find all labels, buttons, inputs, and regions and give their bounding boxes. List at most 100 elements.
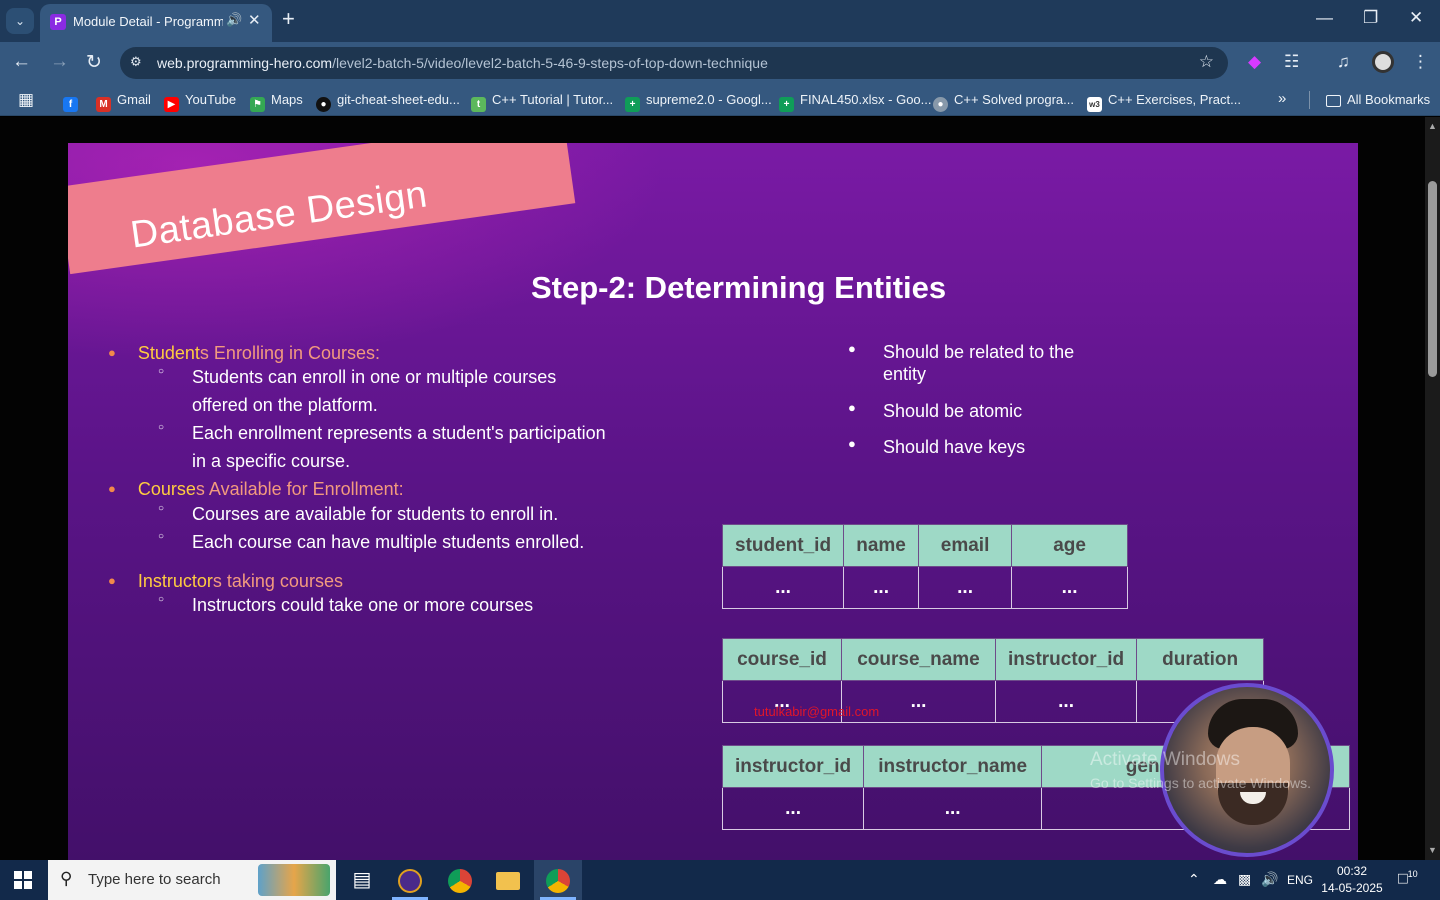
vertical-scrollbar[interactable]: ▲ ▼	[1425, 117, 1440, 860]
browser-toolbar: ← → ↻ ⚙ web.programming-hero.com/level2-…	[0, 42, 1440, 84]
globe-icon: ●	[933, 97, 948, 112]
file-explorer-icon[interactable]	[484, 860, 532, 900]
gmail-icon: M	[96, 97, 111, 112]
active-tab[interactable]: P Module Detail - Programming Hero 🔊 ✕	[40, 4, 272, 42]
task-view-icon[interactable]: ▤	[338, 860, 386, 900]
bookmark-cpp-exercises[interactable]: w3 C++ Exercises, Pract...	[1087, 92, 1241, 112]
restore-icon[interactable]: ❐	[1363, 8, 1378, 28]
forward-arrow-icon[interactable]: →	[50, 51, 69, 73]
network-icon[interactable]: ▩	[1238, 871, 1251, 888]
language-indicator[interactable]: ENG	[1287, 873, 1313, 887]
circle-bullet-icon: ○	[158, 503, 165, 514]
sub-item-text: Each enrollment represents a student's p…	[192, 423, 606, 471]
bookmark-label: git-cheat-sheet-edu...	[337, 92, 460, 107]
table-cell: ...	[721, 566, 845, 609]
taskbar-app-icon[interactable]	[386, 860, 434, 900]
volume-icon[interactable]: 🔊	[1261, 871, 1278, 888]
list-item-students: ● Students Enrolling in Courses:	[108, 343, 380, 364]
extension-logo-icon[interactable]: ◆	[1248, 52, 1261, 72]
taskbar-clock[interactable]: 00:32 14-05-2025	[1316, 863, 1388, 897]
reload-icon[interactable]: ↻	[86, 51, 102, 74]
page-viewport: Database Design Step-2: Determining Enti…	[0, 117, 1440, 860]
search-placeholder: Type here to search	[88, 871, 221, 888]
close-tab-icon[interactable]: ✕	[248, 11, 261, 29]
scroll-up-icon[interactable]: ▲	[1428, 121, 1437, 131]
rule-text: Should have keys	[883, 437, 1026, 457]
search-highlight-image	[258, 864, 330, 896]
windows-start-icon[interactable]	[14, 871, 33, 890]
circle-bullet-icon: ○	[158, 594, 165, 605]
sub-item: ○ Students can enroll in one or multiple …	[158, 363, 612, 419]
minimize-icon[interactable]: —	[1316, 8, 1333, 28]
bookmark-youtube[interactable]: ▶ YouTube	[164, 92, 236, 112]
table-header: course_name	[841, 638, 996, 681]
bullet-icon: ●	[848, 400, 856, 415]
notifications-icon[interactable]: □10	[1398, 869, 1418, 888]
speaker-icon[interactable]: 🔊	[226, 12, 242, 28]
bookmark-final450[interactable]: + FINAL450.xlsx - Goo...	[779, 92, 932, 112]
table-header: duration	[1136, 638, 1265, 681]
onedrive-icon[interactable]: ☁	[1213, 871, 1227, 888]
programming-hero-favicon-icon: P	[50, 14, 66, 30]
student-table: student_id name email age ... ... ... ..…	[721, 524, 1129, 609]
list-item-courses: ● Courses Available for Enrollment:	[108, 479, 404, 500]
item-rest: s Available for Enrollment:	[195, 479, 404, 499]
bookmark-facebook[interactable]: f	[63, 92, 84, 112]
activate-line-2: Go to Settings to activate Windows.	[1090, 775, 1311, 791]
bookmark-label: supreme2.0 - Googl...	[646, 92, 772, 107]
bullet-icon: ●	[108, 345, 116, 360]
bookmark-cpp-tutorial[interactable]: t C++ Tutorial | Tutor...	[471, 92, 613, 112]
extensions-puzzle-icon[interactable]: ☷	[1284, 52, 1299, 72]
table-cell: ...	[863, 787, 1043, 830]
profile-avatar[interactable]	[1372, 51, 1394, 73]
bullet-icon: ●	[108, 481, 116, 496]
bullet-icon: ●	[848, 436, 856, 451]
tab-search-dropdown-icon[interactable]: ⌄	[6, 8, 34, 34]
bookmark-label: C++ Exercises, Pract...	[1108, 92, 1241, 107]
chrome-icon[interactable]	[436, 860, 484, 900]
kebab-menu-icon[interactable]: ⋮	[1412, 52, 1429, 72]
apps-grid-icon[interactable]: ▦	[18, 90, 34, 110]
close-window-icon[interactable]: ✕	[1409, 8, 1423, 28]
sub-item-text: Students can enroll in one or multiple c…	[192, 367, 557, 415]
new-tab-plus-icon[interactable]: +	[282, 6, 295, 32]
w3r-icon: w3	[1087, 97, 1102, 112]
sub-item-text: Instructors could take one or more cours…	[192, 595, 534, 615]
table-header: email	[918, 524, 1013, 567]
show-hidden-icons-chevron-icon[interactable]: ⌃	[1188, 871, 1200, 888]
table-cell: ...	[843, 566, 920, 609]
all-bookmarks-label: All Bookmarks	[1347, 92, 1431, 107]
more-bookmarks-chevron-icon[interactable]: »	[1278, 90, 1286, 107]
rule-text: Should be related to the entity	[883, 342, 1075, 384]
bookmarks-divider	[1309, 91, 1310, 109]
site-settings-icon[interactable]: ⚙	[130, 54, 148, 72]
rule-text: Should be atomic	[883, 401, 1023, 421]
address-bar[interactable]: ⚙ web.programming-hero.com/level2-batch-…	[120, 47, 1228, 79]
bookmark-supreme[interactable]: + supreme2.0 - Googl...	[625, 92, 772, 112]
bookmark-github[interactable]: ● git-cheat-sheet-edu...	[316, 92, 460, 112]
bookmark-cpp-solved[interactable]: ● C++ Solved progra...	[933, 92, 1074, 112]
bullet-icon: ●	[848, 341, 856, 356]
sub-item-text: Each course can have multiple students e…	[192, 532, 585, 552]
bookmark-label: Gmail	[117, 92, 151, 107]
media-controls-icon[interactable]: ♫	[1337, 52, 1350, 72]
circle-bullet-icon: ○	[158, 422, 165, 433]
bookmark-star-icon[interactable]: ☆	[1199, 52, 1214, 72]
folder-icon	[1326, 95, 1341, 107]
sheets-icon: +	[625, 97, 640, 112]
taskbar-search-box[interactable]: ⚲ Type here to search	[48, 860, 336, 900]
chrome-profile-icon[interactable]	[534, 860, 582, 900]
bookmark-maps[interactable]: ⚑ Maps	[250, 92, 303, 112]
scroll-down-icon[interactable]: ▼	[1428, 845, 1437, 855]
sub-item: ○ Courses are available for students to e…	[158, 500, 652, 528]
table-cell: ...	[918, 566, 1013, 609]
rule-item: ● Should be related to the entity	[848, 341, 1113, 385]
notification-count: 10	[1407, 869, 1418, 879]
url-text[interactable]: web.programming-hero.com/level2-batch-5/…	[157, 55, 768, 71]
scrollbar-thumb[interactable]	[1428, 181, 1437, 377]
url-path: /level2-batch-5/video/level2-batch-5-46-…	[332, 55, 768, 71]
back-arrow-icon[interactable]: ←	[12, 51, 31, 73]
circle-bullet-icon: ○	[158, 366, 165, 377]
bookmark-gmail[interactable]: M Gmail	[96, 92, 151, 112]
all-bookmarks[interactable]: All Bookmarks	[1326, 92, 1430, 107]
